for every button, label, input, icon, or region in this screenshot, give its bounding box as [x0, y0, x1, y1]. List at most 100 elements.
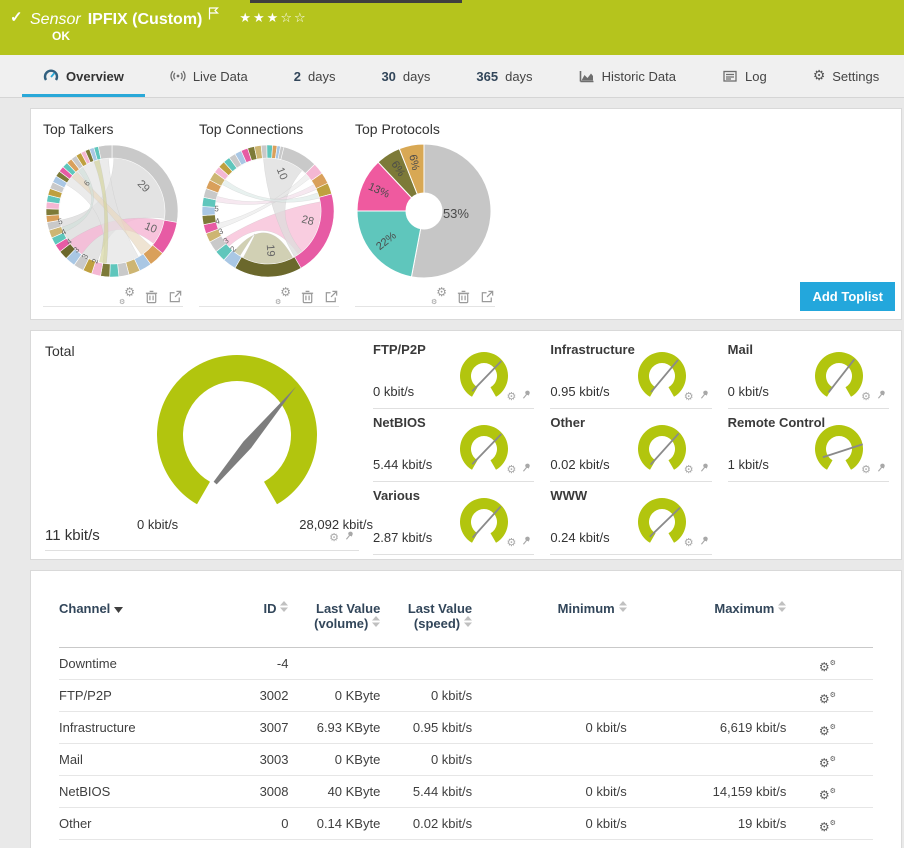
- gauge-pin-icon[interactable]: [876, 387, 887, 405]
- toplist-delete-icon[interactable]: [300, 289, 315, 304]
- gauge-settings-gear-icon[interactable]: ⚙: [684, 390, 694, 403]
- sort-desc-icon: [114, 607, 124, 613]
- gauge-settings-gear-icon[interactable]: ⚙: [329, 531, 339, 544]
- total-gauge-min: 0 kbit/s: [137, 517, 179, 532]
- tab-overview[interactable]: Overview: [20, 55, 147, 97]
- channel-gauge-value: 0 kbit/s: [373, 384, 415, 399]
- channel-gauge-www: WWW 0.24 kbit/s ⚙: [550, 485, 712, 555]
- chord-chart[interactable]: 29610233445: [43, 141, 181, 281]
- gauge-icon: [43, 68, 59, 84]
- toplist-settings-icon[interactable]: ⚙ ⚙: [275, 285, 291, 306]
- channel-gauge: [814, 352, 863, 397]
- gear-icon: ⚙: [813, 68, 826, 84]
- channel-cell: [380, 647, 473, 680]
- tab-label: Overview: [66, 68, 124, 84]
- channel-row-mail: Mail 3003 0 KByte 0 kbit/s ⚙ ⚙: [59, 743, 873, 776]
- gear-large-glyph: ⚙: [818, 691, 830, 706]
- gauge-pin-icon[interactable]: [344, 528, 355, 546]
- gauge-pin-icon[interactable]: [521, 460, 532, 478]
- status-badge: OK: [52, 29, 70, 43]
- channel-gauge-value: 0.95 kbit/s: [550, 384, 610, 399]
- total-gauge: [157, 355, 317, 505]
- channel-cell: 0.14 KByte: [288, 807, 381, 840]
- channel-gauge-remote-control: Remote Control 1 kbit/s ⚙: [727, 412, 889, 482]
- gear-large-glyph: ⚙: [818, 659, 830, 674]
- channel-cell: FTP/P2P: [59, 679, 234, 712]
- channel-cell: 0 kbit/s: [380, 743, 473, 776]
- gauge-settings-gear-icon[interactable]: ⚙: [684, 536, 694, 549]
- channel-settings-cell: ⚙ ⚙: [786, 679, 873, 712]
- gauge-settings-gear-icon[interactable]: ⚙: [506, 536, 516, 549]
- channel-cell: 0.02 kbit/s: [380, 807, 473, 840]
- tab-historic-data[interactable]: Historic Data: [556, 55, 699, 97]
- channel-table-card: Channel ID Last Value (volume) Last Value (…: [30, 570, 902, 848]
- toplist-title: Top Protocols: [355, 121, 440, 137]
- channel-row-downtime: Downtime -4 ⚙ ⚙: [59, 647, 873, 680]
- toplist-settings-icon[interactable]: ⚙ ⚙: [119, 285, 135, 306]
- toplist-delete-icon[interactable]: [144, 289, 159, 304]
- priority-stars[interactable]: ★★★☆☆: [239, 11, 307, 26]
- channel-cell: 0 kbit/s: [380, 679, 473, 712]
- toplist-settings-icon[interactable]: ⚙ ⚙: [431, 285, 447, 306]
- donut-chart[interactable]: 53%22%13%6% 6%: [355, 141, 493, 281]
- tab-live-data[interactable]: Live Data: [147, 55, 271, 97]
- status-ok-check-icon: ✓: [10, 9, 23, 26]
- channel-cell: 0 kbit/s: [472, 775, 627, 808]
- gear-small-glyph: ⚙: [431, 298, 438, 306]
- tab-days[interactable]: 365 days: [453, 55, 555, 97]
- gauge-settings-gear-icon[interactable]: ⚙: [861, 390, 871, 403]
- gauge-pin-icon[interactable]: [699, 533, 710, 551]
- channel-cell: 6,619 kbit/s: [626, 711, 787, 744]
- toplist-open-icon[interactable]: [324, 289, 339, 304]
- column-header-id[interactable]: ID: [233, 587, 289, 648]
- gauge-pin-icon[interactable]: [521, 533, 532, 551]
- total-gauge-value: 11 kbit/s: [45, 527, 100, 544]
- tab-label: days: [505, 68, 533, 84]
- tab-number: 2: [293, 68, 301, 84]
- tab-label: Live Data: [192, 68, 248, 84]
- channel-gauge-various: Various 2.87 kbit/s ⚙: [373, 485, 535, 555]
- gauge-pin-icon[interactable]: [521, 387, 532, 405]
- channel-gauge-value: 0.02 kbit/s: [550, 457, 610, 472]
- channel-settings-cell: ⚙ ⚙: [786, 807, 873, 840]
- gauge-pin-icon[interactable]: [699, 387, 710, 405]
- channel-gauge-value: 0.24 kbit/s: [550, 530, 610, 545]
- column-header-last-value-volume-[interactable]: Last Value (volume): [288, 587, 381, 648]
- gauge-pin-icon[interactable]: [699, 460, 710, 478]
- column-header-last-value-speed-[interactable]: Last Value (speed): [380, 587, 473, 648]
- log-icon: [722, 68, 738, 84]
- channel-cell: [288, 647, 381, 680]
- gear-large-glyph: ⚙: [818, 723, 830, 738]
- channel-gauge: [460, 498, 509, 543]
- channel-gauge: [460, 425, 509, 470]
- tab-days[interactable]: 2 days: [271, 55, 359, 97]
- gauge-settings-gear-icon[interactable]: ⚙: [861, 463, 871, 476]
- tab-days[interactable]: 30 days: [358, 55, 453, 97]
- channel-cell: Mail: [59, 743, 234, 776]
- tab-log[interactable]: Log: [699, 55, 790, 97]
- toplist-delete-icon[interactable]: [456, 289, 471, 304]
- toplist-open-icon[interactable]: [480, 289, 495, 304]
- priority-flag-icon[interactable]: [208, 7, 220, 25]
- tab-label: Settings: [832, 68, 880, 84]
- channel-gauge-actions: ⚙: [684, 387, 710, 405]
- channel-cell: 3003: [233, 743, 289, 776]
- channel-settings-cell: ⚙ ⚙: [786, 743, 873, 776]
- sortable-icon: [372, 616, 381, 627]
- tab-label: days: [307, 68, 336, 84]
- gauge-pin-icon[interactable]: [876, 460, 887, 478]
- column-header-minimum[interactable]: Minimum: [472, 587, 627, 648]
- add-toplist-button[interactable]: Add Toplist: [800, 282, 895, 311]
- column-header-channel[interactable]: Channel: [59, 587, 234, 648]
- column-header-maximum[interactable]: Maximum: [626, 587, 787, 648]
- toplist-open-icon[interactable]: [168, 289, 183, 304]
- gauge-settings-gear-icon[interactable]: ⚙: [684, 463, 694, 476]
- gauge-settings-gear-icon[interactable]: ⚙: [506, 390, 516, 403]
- channel-cell: [472, 743, 627, 776]
- channel-gauge-actions: ⚙: [506, 387, 532, 405]
- channel-cell: Other: [59, 807, 234, 840]
- gauge-settings-gear-icon[interactable]: ⚙: [506, 463, 516, 476]
- chord-chart[interactable]: 10281923345: [199, 141, 337, 281]
- gear-glyph: ⚙: [812, 68, 826, 84]
- tab-settings[interactable]: ⚙ Settings: [790, 55, 903, 97]
